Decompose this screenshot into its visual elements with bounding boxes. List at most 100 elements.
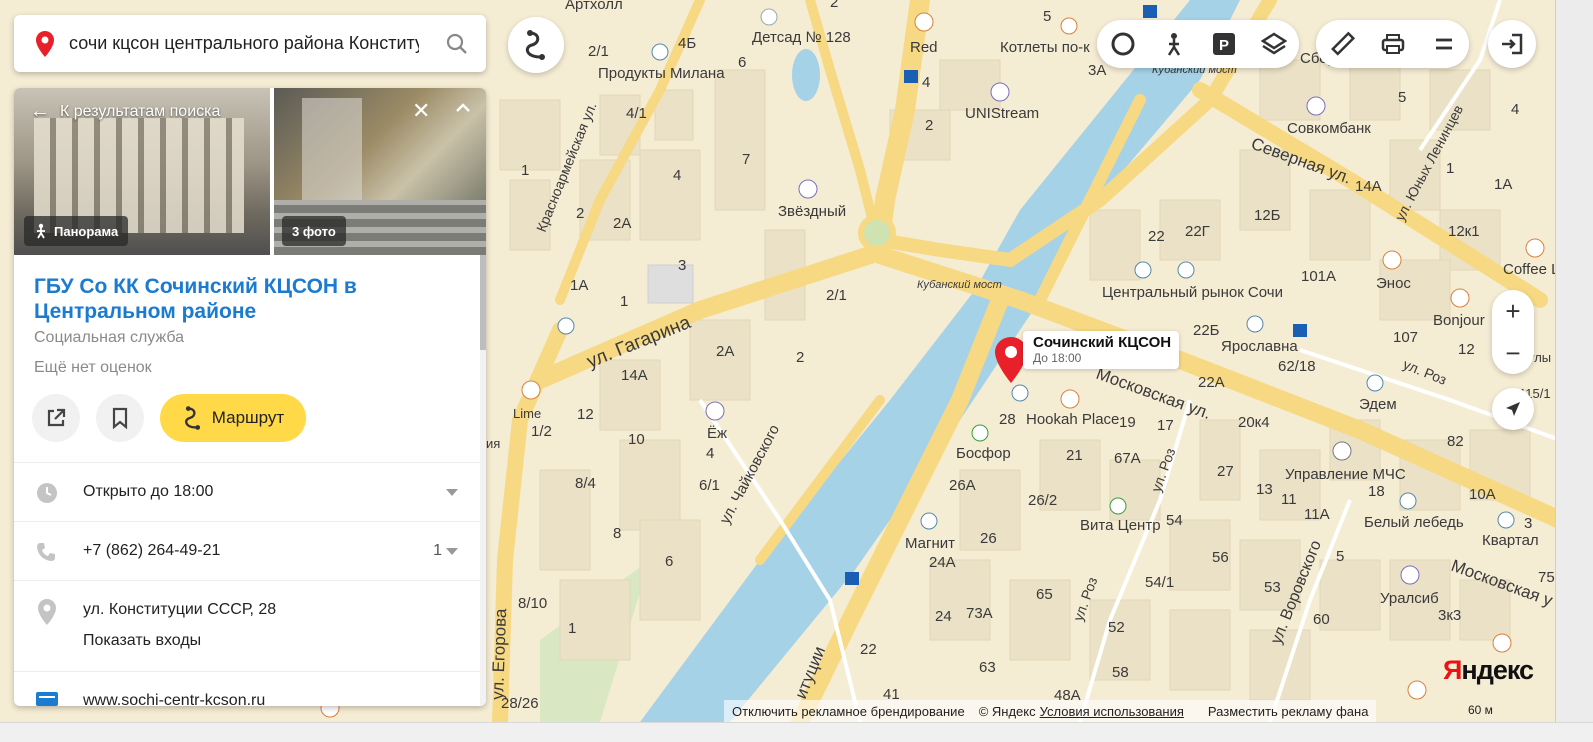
panorama-icon[interactable] <box>1161 31 1187 57</box>
photos-chip[interactable]: 3 фото <box>282 216 346 246</box>
search-input[interactable]: сочи кцсон центрального района Конститу <box>69 33 419 54</box>
route-mode-button[interactable] <box>508 17 564 73</box>
copyright-text: © Яндекс <box>978 703 1036 719</box>
map-label: 4/1 <box>626 105 647 122</box>
login-button[interactable] <box>1488 20 1536 68</box>
website-link[interactable]: www.sochi-centr-kcson.ru <box>83 692 265 706</box>
map-label: 22Г <box>1185 223 1210 240</box>
map-label: 6/1 <box>699 477 720 494</box>
map-label: 5 <box>1398 89 1406 106</box>
map-label: 20к4 <box>1238 414 1270 431</box>
share-button[interactable] <box>32 394 80 442</box>
chevron-down-icon[interactable] <box>446 489 458 497</box>
map-label: 8/4 <box>575 475 596 492</box>
terms-link[interactable]: Условия использования <box>1040 704 1184 719</box>
map-label: Энос <box>1376 275 1411 292</box>
panorama-chip[interactable]: Панорама <box>24 216 129 246</box>
map-label: Белый лебедь <box>1364 514 1464 531</box>
place-category[interactable]: Социальная служба <box>34 329 184 347</box>
zoom-in-icon[interactable]: + <box>1505 298 1520 324</box>
panorama-icon <box>37 223 45 239</box>
traffic-icon[interactable] <box>1110 31 1136 57</box>
map-label: 1А <box>1494 176 1512 193</box>
svg-text:P: P <box>1219 37 1229 54</box>
map-label: 56 <box>1212 549 1229 566</box>
map-label: 7 <box>742 151 750 168</box>
place-title[interactable]: ГБУ Со КК Сочинский КЦСОН в Центральном … <box>34 274 454 324</box>
map-label: 107 <box>1393 329 1418 346</box>
map-label: 2/1 <box>588 43 609 60</box>
search-box[interactable]: сочи кцсон центрального района Конститу <box>14 15 486 72</box>
locate-button[interactable] <box>1492 388 1534 430</box>
place-label-popup[interactable]: Сочинский КЦСОН До 18:00 <box>1023 331 1180 369</box>
map-label: Ёж <box>707 425 727 442</box>
logo-first-letter: Я <box>1443 655 1462 685</box>
map-label: 11А <box>1304 506 1330 523</box>
map-label: 10А <box>1469 486 1496 503</box>
menu-icon[interactable] <box>1431 31 1457 57</box>
map-label: 13 <box>1256 481 1273 498</box>
map-label: 4Б <box>678 35 696 52</box>
map-label: 4 <box>706 445 714 462</box>
website-row[interactable]: www.sochi-centr-kcson.ru <box>14 671 480 706</box>
ruler-icon[interactable] <box>1329 31 1355 57</box>
map-label: 22А <box>1198 374 1225 391</box>
bookmark-button[interactable] <box>96 394 144 442</box>
map-label: 6 <box>738 54 746 71</box>
map-label: Эдем <box>1359 396 1397 413</box>
map-label: 75 <box>1538 569 1555 586</box>
map-label: 2 <box>830 0 838 11</box>
map-label: 26 <box>980 530 997 547</box>
map-label: 1 <box>1446 160 1454 177</box>
map-label: Lime <box>513 406 541 421</box>
layers-icon[interactable] <box>1260 31 1287 57</box>
chevron-up-icon[interactable] <box>455 100 471 116</box>
phone-text[interactable]: +7 (862) 264-49-21 <box>83 542 220 560</box>
phone-row[interactable]: +7 (862) 264-49-21 1 <box>14 521 480 580</box>
map-label: Котлеты по-к <box>1000 39 1090 56</box>
rating-status: Ещё нет оценок <box>34 359 152 376</box>
map-label: 1А <box>570 277 588 294</box>
map-label: 22 <box>1148 228 1165 245</box>
parking-icon[interactable]: P <box>1212 32 1236 56</box>
search-icon[interactable] <box>446 33 468 55</box>
panorama-label: Панорама <box>54 223 119 239</box>
map-label: 26А <box>949 477 976 494</box>
map-label: 52 <box>1108 619 1125 636</box>
scale-label: 60 м <box>1468 703 1493 717</box>
map-label: ия <box>486 436 500 451</box>
chevron-down-icon[interactable] <box>446 548 458 556</box>
hours-row[interactable]: Открыто до 18:00 <box>14 462 480 521</box>
panel-scrollbar[interactable] <box>480 255 486 706</box>
map-label: Уралсиб <box>1380 590 1439 607</box>
map-label: UNIStream <box>965 105 1039 122</box>
map-label: 54/1 <box>1145 574 1174 591</box>
show-entrances-link[interactable]: Показать входы <box>83 632 201 650</box>
phone-icon <box>37 543 55 561</box>
map-label: Детсад № 128 <box>752 29 851 46</box>
back-to-results-link[interactable]: ← К результатам поиска <box>30 100 220 123</box>
route-button[interactable]: Маршрут <box>160 394 306 442</box>
map-label: 14А <box>621 367 648 384</box>
map-label: 28 <box>999 411 1016 428</box>
print-icon[interactable] <box>1380 31 1406 57</box>
place-ad-link[interactable]: Разместить рекламу <box>1208 704 1332 719</box>
map-label: 2 <box>925 117 933 134</box>
zoom-out-icon[interactable]: − <box>1505 340 1520 366</box>
disable-ad-branding-link[interactable]: Отключить рекламное брендирование <box>732 704 965 719</box>
map-label: 5 <box>1336 548 1344 565</box>
map-label: 17 <box>1157 417 1174 434</box>
map-label: 5 <box>1043 8 1051 25</box>
phone-count: 1 <box>433 542 442 559</box>
map-label: 12 <box>1458 341 1475 358</box>
close-icon[interactable]: ✕ <box>412 98 430 124</box>
map-label: 6 <box>665 553 673 570</box>
map-label: 4 <box>1511 101 1519 118</box>
map-scale: 60 м <box>1468 703 1493 717</box>
map-label: Совкомбанк <box>1287 120 1371 137</box>
right-edge-bar <box>1555 0 1593 722</box>
logo-rest: ндекс <box>1461 655 1534 685</box>
yandex-logo[interactable]: Яндекс <box>1443 655 1534 686</box>
tools-toolbar <box>1316 20 1469 68</box>
map-label: 12к1 <box>1448 223 1480 240</box>
